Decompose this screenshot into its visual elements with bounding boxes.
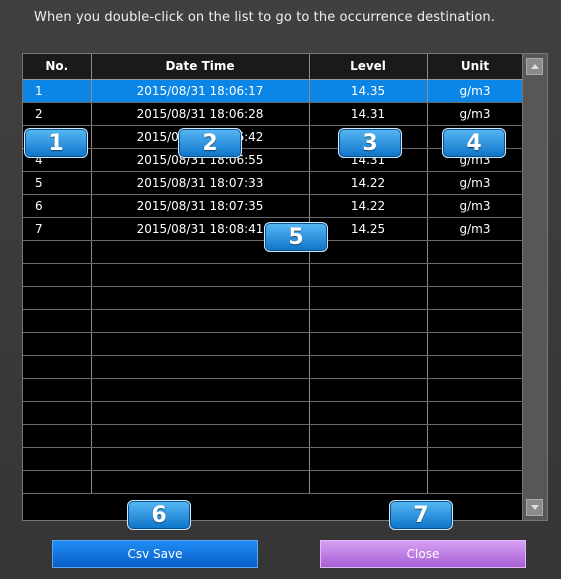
cell-level: 14.22 bbox=[309, 171, 428, 195]
cell-unit: g/m3 bbox=[427, 79, 524, 103]
cell-unit: g/m3 bbox=[427, 102, 524, 126]
callout-badge-5: 5 bbox=[264, 222, 328, 252]
table-header-row: No. Date Time Level Unit bbox=[23, 54, 524, 80]
cell-unit: g/m3 bbox=[427, 171, 524, 195]
cell-no: 2 bbox=[23, 102, 92, 126]
empty-table-row[interactable] bbox=[23, 470, 524, 494]
callout-badge-7: 7 bbox=[389, 500, 453, 530]
empty-table-row[interactable] bbox=[23, 286, 524, 310]
callout-badge-4: 4 bbox=[442, 128, 506, 158]
empty-cell bbox=[91, 286, 310, 310]
cell-datetime: 2015/08/31 18:06:17 bbox=[91, 79, 310, 103]
empty-cell bbox=[91, 355, 310, 379]
cell-no: 6 bbox=[23, 194, 92, 218]
empty-cell bbox=[309, 447, 428, 471]
scroll-down-arrow-icon[interactable] bbox=[526, 499, 543, 516]
empty-cell bbox=[309, 309, 428, 333]
empty-cell bbox=[309, 401, 428, 425]
empty-cell bbox=[309, 355, 428, 379]
empty-cell bbox=[309, 286, 428, 310]
empty-table-row[interactable] bbox=[23, 447, 524, 471]
empty-cell bbox=[427, 240, 524, 264]
close-button[interactable]: Close bbox=[320, 540, 526, 568]
empty-table-row[interactable] bbox=[23, 309, 524, 333]
empty-cell bbox=[23, 424, 92, 448]
empty-cell bbox=[91, 447, 310, 471]
callout-badge-3: 3 bbox=[338, 128, 402, 158]
occurrence-table: No. Date Time Level Unit 1 2015/08/31 18:… bbox=[23, 54, 524, 494]
empty-cell bbox=[23, 309, 92, 333]
empty-cell bbox=[427, 309, 524, 333]
cell-level: 14.22 bbox=[309, 194, 428, 218]
instruction-text: When you double-click on the list to go … bbox=[34, 10, 495, 25]
empty-cell bbox=[23, 447, 92, 471]
cell-datetime: 2015/08/31 18:07:35 bbox=[91, 194, 310, 218]
empty-cell bbox=[91, 470, 310, 494]
cell-datetime: 2015/08/31 18:07:33 bbox=[91, 171, 310, 195]
empty-cell bbox=[427, 355, 524, 379]
empty-table-row[interactable] bbox=[23, 355, 524, 379]
scroll-up-arrow-icon[interactable] bbox=[526, 58, 543, 75]
empty-cell bbox=[309, 332, 428, 356]
empty-cell bbox=[427, 378, 524, 402]
dialog-window: When you double-click on the list to go … bbox=[0, 0, 561, 579]
cell-unit: g/m3 bbox=[427, 217, 524, 241]
table-row[interactable]: 6 2015/08/31 18:07:35 14.22 g/m3 bbox=[23, 194, 524, 218]
empty-cell bbox=[427, 424, 524, 448]
empty-cell bbox=[427, 332, 524, 356]
empty-cell bbox=[91, 263, 310, 287]
empty-cell bbox=[23, 240, 92, 264]
cell-level: 14.35 bbox=[309, 79, 428, 103]
empty-cell bbox=[91, 401, 310, 425]
column-header-level[interactable]: Level bbox=[309, 54, 428, 80]
empty-table-row[interactable] bbox=[23, 378, 524, 402]
cell-unit: g/m3 bbox=[427, 194, 524, 218]
column-header-datetime[interactable]: Date Time bbox=[91, 54, 310, 80]
empty-cell bbox=[309, 263, 428, 287]
empty-cell bbox=[23, 332, 92, 356]
empty-table-row[interactable] bbox=[23, 332, 524, 356]
empty-cell bbox=[427, 470, 524, 494]
table-row[interactable]: 2 2015/08/31 18:06:28 14.31 g/m3 bbox=[23, 102, 524, 126]
csv-save-button[interactable]: Csv Save bbox=[52, 540, 258, 568]
callout-badge-6: 6 bbox=[127, 500, 191, 530]
cell-no: 5 bbox=[23, 171, 92, 195]
empty-cell bbox=[427, 401, 524, 425]
empty-cell bbox=[427, 447, 524, 471]
empty-cell bbox=[427, 286, 524, 310]
callout-badge-2: 2 bbox=[178, 128, 242, 158]
empty-cell bbox=[91, 332, 310, 356]
empty-table-row[interactable] bbox=[23, 401, 524, 425]
occurrence-list[interactable]: No. Date Time Level Unit 1 2015/08/31 18:… bbox=[22, 53, 548, 521]
cell-no: 7 bbox=[23, 217, 92, 241]
table-row[interactable]: 5 2015/08/31 18:07:33 14.22 g/m3 bbox=[23, 171, 524, 195]
empty-cell bbox=[23, 378, 92, 402]
empty-cell bbox=[91, 378, 310, 402]
table-row[interactable]: 1 2015/08/31 18:06:17 14.35 g/m3 bbox=[23, 79, 524, 103]
empty-cell bbox=[23, 263, 92, 287]
empty-cell bbox=[23, 401, 92, 425]
empty-cell bbox=[91, 424, 310, 448]
cell-level: 14.31 bbox=[309, 102, 428, 126]
empty-cell bbox=[23, 470, 92, 494]
vertical-scrollbar[interactable] bbox=[522, 54, 547, 520]
empty-table-row[interactable] bbox=[23, 263, 524, 287]
empty-table-row[interactable] bbox=[23, 424, 524, 448]
empty-cell bbox=[23, 286, 92, 310]
empty-cell bbox=[309, 424, 428, 448]
column-header-no[interactable]: No. bbox=[23, 54, 92, 80]
empty-cell bbox=[309, 378, 428, 402]
column-header-unit[interactable]: Unit bbox=[427, 54, 524, 80]
empty-cell bbox=[309, 470, 428, 494]
empty-cell bbox=[23, 355, 92, 379]
cell-datetime: 2015/08/31 18:06:28 bbox=[91, 102, 310, 126]
empty-cell bbox=[427, 263, 524, 287]
cell-no: 1 bbox=[23, 79, 92, 103]
callout-badge-1: 1 bbox=[24, 128, 88, 158]
empty-cell bbox=[91, 309, 310, 333]
